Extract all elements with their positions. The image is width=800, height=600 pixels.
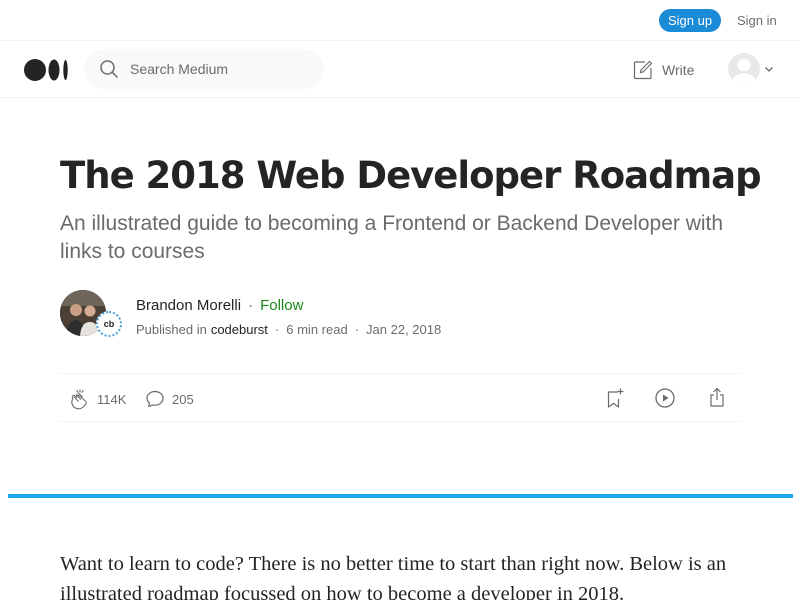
- published-in-label: Published in: [136, 321, 207, 337]
- clap-count: 114K: [97, 391, 127, 407]
- publish-date: Jan 22, 2018: [366, 321, 442, 337]
- bookmark-add-icon[interactable]: [603, 387, 625, 409]
- article-action-bar: 114K 205: [60, 373, 740, 422]
- responses-button[interactable]: 205: [144, 388, 194, 410]
- search-bar: [84, 49, 324, 89]
- follow-button[interactable]: Follow: [260, 297, 303, 314]
- share-icon[interactable]: [706, 386, 728, 408]
- write-label: Write: [662, 62, 695, 78]
- author-line: Brandon Morelli · Follow: [136, 295, 303, 315]
- sign-in-link[interactable]: Sign in: [737, 9, 777, 32]
- author-name[interactable]: Brandon Morelli: [136, 297, 241, 314]
- separator-dot: ·: [354, 321, 360, 337]
- clap-button[interactable]: 114K: [68, 388, 126, 410]
- clap-icon: [71, 389, 87, 410]
- site-header: Write: [0, 41, 800, 98]
- article-body-paragraph: Want to learn to code? There is no bette…: [60, 553, 727, 600]
- pencil-square-icon: [633, 60, 653, 80]
- article-title: The 2018 Web Developer Roadmap: [60, 154, 762, 197]
- chevron-down-icon: [765, 67, 773, 72]
- sign-up-button[interactable]: Sign up: [659, 9, 721, 32]
- article-subtitle: An illustrated guide to becoming a Front…: [60, 212, 724, 263]
- publication-link[interactable]: codeburst: [211, 322, 268, 337]
- separator-dot: ·: [274, 321, 280, 337]
- write-button[interactable]: Write: [632, 57, 694, 83]
- medium-logo[interactable]: [24, 58, 70, 82]
- user-menu-button[interactable]: [728, 53, 776, 85]
- search-input[interactable]: [130, 49, 310, 89]
- comment-icon: [146, 390, 164, 408]
- article-meta: Published in codeburst · 6 min read · Ja…: [136, 320, 441, 338]
- read-time: 6 min read: [286, 321, 348, 337]
- avatar: [728, 53, 760, 85]
- response-count: 205: [172, 391, 194, 407]
- default-user-icon: [731, 58, 757, 85]
- publication-badge[interactable]: cb: [96, 311, 122, 337]
- separator-dot: ·: [248, 296, 254, 314]
- play-icon[interactable]: [654, 387, 676, 409]
- top-bar: Sign up Sign in: [0, 0, 800, 41]
- search-icon[interactable]: [99, 59, 119, 79]
- hero-image: [8, 494, 793, 498]
